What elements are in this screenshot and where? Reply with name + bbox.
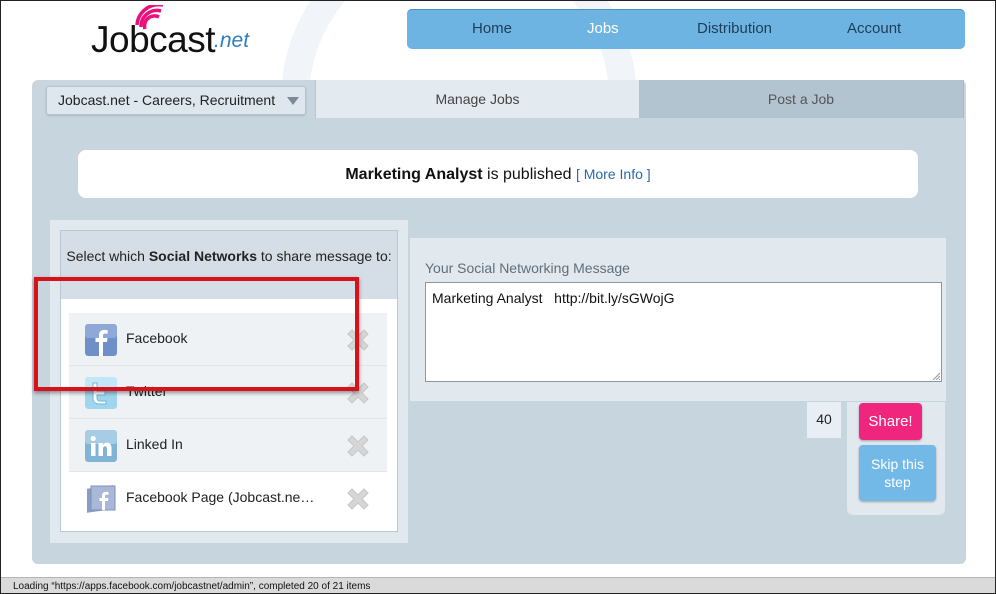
site-select-value: Jobcast.net - Careers, Recruitment bbox=[58, 92, 276, 108]
heading-bold: Social Networks bbox=[148, 248, 257, 264]
message-label: Your Social Networking Message bbox=[425, 260, 630, 276]
close-icon[interactable] bbox=[343, 431, 373, 461]
publish-status-text: is published bbox=[482, 166, 576, 183]
network-row-facebook-page[interactable]: Facebook Page (Jobcast.ne… bbox=[69, 472, 387, 524]
nav-distribution[interactable]: Distribution bbox=[697, 20, 772, 37]
linkedin-icon bbox=[85, 430, 117, 462]
browser-status-bar: Loading “https://apps.facebook.com/jobca… bbox=[1, 577, 995, 593]
nav-home[interactable]: Home bbox=[472, 20, 512, 37]
more-info-link[interactable]: [ More Info ] bbox=[576, 166, 651, 182]
tab-bar: Jobcast.net - Careers, Recruitment Manag… bbox=[32, 80, 966, 118]
publish-status-card: Marketing Analyst is published [ More In… bbox=[78, 150, 918, 198]
logo-brand: Jobcast bbox=[91, 19, 216, 60]
skip-step-button[interactable]: Skip this step bbox=[859, 445, 936, 501]
site-select[interactable]: Jobcast.net - Careers, Recruitment bbox=[46, 86, 306, 115]
logo-tld: .net bbox=[214, 29, 250, 52]
facebook-page-icon bbox=[87, 485, 116, 513]
nav-jobs[interactable]: Jobs bbox=[587, 20, 619, 37]
heading-part: to share message to: bbox=[257, 248, 392, 264]
action-buttons: Share! Skip this step bbox=[847, 402, 945, 515]
close-icon[interactable] bbox=[343, 484, 373, 514]
heading-part: Select which bbox=[66, 248, 149, 264]
network-label: Facebook Page (Jobcast.ne… bbox=[126, 489, 315, 505]
tab-manage-jobs[interactable]: Manage Jobs bbox=[315, 80, 640, 118]
tab-post-job[interactable]: Post a Job bbox=[639, 80, 964, 118]
resize-handle-icon[interactable] bbox=[932, 372, 940, 380]
highlight-box bbox=[34, 277, 359, 391]
network-label: Linked In bbox=[126, 436, 183, 452]
character-count: 40 bbox=[807, 402, 841, 438]
message-textarea[interactable]: Marketing Analyst http://bit.ly/sGWojG bbox=[425, 282, 942, 382]
nav-account[interactable]: Account bbox=[847, 20, 901, 37]
job-title: Marketing Analyst bbox=[345, 166, 483, 183]
top-nav: Home Jobs Distribution Account bbox=[407, 9, 965, 49]
network-row-linkedin[interactable]: Linked In bbox=[69, 419, 387, 472]
jobcast-logo[interactable]: Jobcast .net bbox=[91, 5, 291, 61]
browser-page: Jobcast .net Home Jobs Distribution Acco… bbox=[0, 0, 996, 594]
chevron-down-icon bbox=[287, 97, 299, 105]
share-button[interactable]: Share! bbox=[859, 403, 922, 440]
message-panel: Your Social Networking Message Marketing… bbox=[410, 238, 946, 401]
